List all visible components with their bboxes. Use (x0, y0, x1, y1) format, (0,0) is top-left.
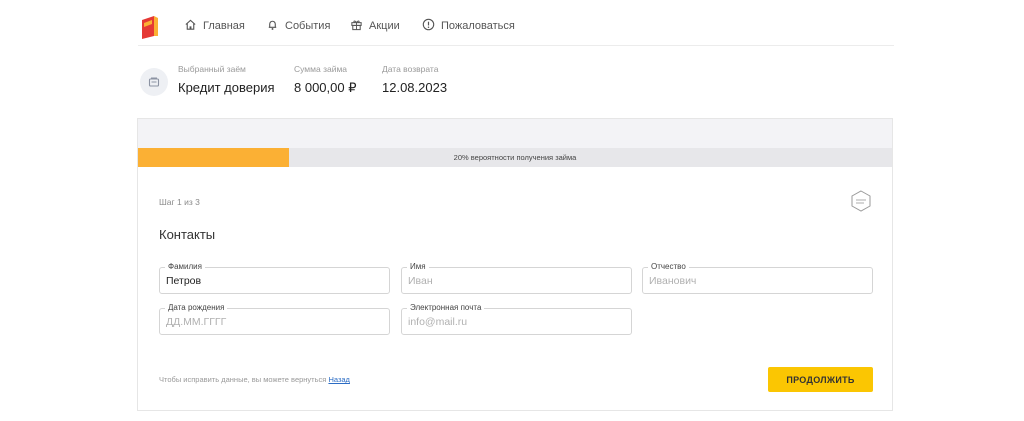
loan-summary: Выбранный заём Кредит доверия Сумма займ… (138, 60, 558, 106)
email-field: Электронная почта (401, 303, 632, 335)
section-title: Контакты (159, 227, 216, 242)
back-hint: Чтобы исправить данные, вы можете вернут… (159, 375, 350, 384)
gift-icon (350, 18, 363, 34)
surname-input[interactable] (166, 268, 376, 293)
home-icon (184, 18, 197, 34)
name-field: Имя (401, 262, 632, 294)
nav-item-label: Главная (203, 20, 245, 32)
return-date-value: 12.08.2023 (382, 80, 448, 95)
progress-text: 20% вероятности получения займа (453, 153, 577, 162)
back-hint-text: Чтобы исправить данные, вы можете вернут… (159, 375, 327, 384)
birthdate-input[interactable] (166, 309, 376, 334)
continue-button[interactable]: ПРОДОЛЖИТЬ (768, 367, 873, 392)
patronymic-input[interactable] (649, 268, 859, 293)
name-input[interactable] (408, 268, 618, 293)
nav-item-promos[interactable]: Акции (350, 18, 400, 34)
surname-field: Фамилия (159, 262, 390, 294)
top-nav: Главная События Акции Пожаловаться (138, 8, 894, 46)
card-header-band (138, 119, 892, 148)
nav-item-home[interactable]: Главная (184, 18, 245, 34)
nav-item-complain[interactable]: Пожаловаться (422, 18, 515, 34)
selected-loan: Выбранный заём Кредит доверия (178, 64, 275, 95)
step-indicator: Шаг 1 из 3 (159, 197, 200, 207)
email-input[interactable] (408, 309, 618, 334)
nav-item-label: Пожаловаться (441, 20, 515, 32)
wallet-icon (140, 68, 168, 96)
return-date: Дата возврата 12.08.2023 (382, 64, 447, 95)
loan-amount-label: Сумма займа (294, 64, 348, 74)
nav-item-label: События (285, 20, 331, 32)
approval-progress-bar: 20% вероятности получения займа (138, 148, 892, 167)
loan-amount-value: 8 000,00 ₽ (294, 80, 357, 95)
application-card: 20% вероятности получения займа Шаг 1 из… (137, 118, 893, 411)
bell-icon (266, 18, 279, 34)
selected-loan-value: Кредит доверия (178, 80, 275, 95)
loan-amount: Сумма займа 8 000,00 ₽ (294, 64, 357, 96)
selected-loan-label: Выбранный заём (178, 64, 246, 74)
nav-item-events[interactable]: События (266, 18, 330, 34)
birthdate-field: Дата рождения (159, 303, 390, 335)
nav-item-label: Акции (369, 20, 400, 32)
secure-badge-icon (850, 190, 872, 212)
return-date-label: Дата возврата (382, 64, 439, 74)
alert-circle-icon (422, 18, 435, 34)
back-link[interactable]: Назад (328, 375, 350, 384)
logo[interactable] (140, 14, 160, 40)
patronymic-field: Отчество (642, 262, 873, 294)
